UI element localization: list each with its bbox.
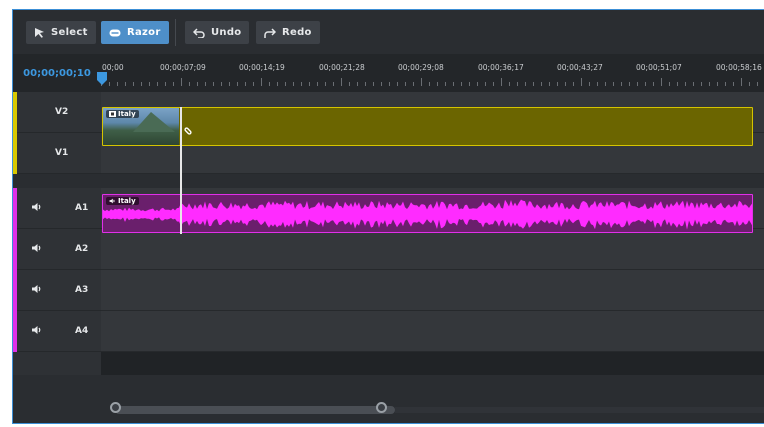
link-icon [184,127,192,135]
razor-tool-label: Razor [127,27,161,38]
track-header-a2[interactable]: A2 [13,229,101,270]
horizontal-scrollbar[interactable] [115,406,395,414]
scroll-end-handle[interactable] [376,402,387,413]
undo-button[interactable]: Undo [185,21,250,44]
track-lane-a4[interactable] [101,311,764,352]
redo-button[interactable]: Redo [256,21,320,44]
video-clip[interactable]: Italy [102,107,753,146]
speaker-icon[interactable] [31,243,43,253]
timeline-editor: Select Razor Undo Redo 00;00;00;10 00;00… [12,9,764,424]
razor-icon [109,29,121,36]
track-name: A1 [75,203,89,213]
scroll-track-remainder [395,407,764,413]
film-icon [109,111,116,117]
cursor-arrow-icon [35,28,44,38]
track-lane-a2[interactable] [101,229,764,270]
ruler-tick-label: 00;00 [102,63,124,72]
speaker-icon[interactable] [31,284,43,294]
track-header-a3[interactable]: A3 [13,270,101,311]
audio-clip[interactable]: Italy [102,194,753,233]
time-ruler[interactable]: 00;00;00;10 00;00 00;00;07;09 00;00;14;1… [13,54,764,92]
header-filler [13,352,101,375]
toolbar: Select Razor Undo Redo [13,10,764,54]
redo-icon [264,27,276,38]
track-name: A4 [75,326,89,336]
undo-label: Undo [211,27,242,38]
track-name: V1 [55,148,69,158]
speaker-icon [109,198,115,204]
lane-filler [101,352,764,375]
audio-clip-label: Italy [106,197,139,205]
track-header-a4[interactable]: A4 [13,311,101,352]
redo-label: Redo [282,27,312,38]
track-header-v1[interactable]: V1 [13,133,101,174]
track-header-v2[interactable]: V2 [13,92,101,133]
track-header-a1[interactable]: A1 [13,188,101,229]
audio-clip-name: Italy [118,197,136,205]
toolbar-separator [175,19,176,46]
track-a4: A4 [13,311,764,352]
track-area: V2 V1 A1 A2 A3 A4 Italy Italy [13,92,764,375]
ruler-tick-label: 00;00;29;08 [398,63,444,72]
speaker-icon[interactable] [31,325,43,335]
speaker-icon[interactable] [31,202,43,212]
track-name: V2 [55,107,69,117]
razor-cut-line [180,107,182,234]
video-clip-name: Italy [118,110,136,118]
track-name: A3 [75,285,89,295]
scroll-start-handle[interactable] [110,402,121,413]
ruler-tick-label: 00;00;07;09 [160,63,206,72]
ruler-tick-marks [101,78,758,86]
track-lane-a3[interactable] [101,270,764,311]
undo-icon [193,27,205,38]
playhead-handle[interactable] [97,72,107,86]
current-timecode: 00;00;00;10 [23,67,91,79]
select-tool-label: Select [51,27,88,38]
audio-waveform [103,199,752,230]
ruler-tick-label: 00;00;14;19 [239,63,285,72]
track-a2: A2 [13,229,764,270]
ruler-tick-label: 00;00;36;17 [478,63,524,72]
ruler-tick-label: 00;00;58;16 [716,63,762,72]
video-clip-label: Italy [106,110,139,118]
track-name: A2 [75,244,89,254]
ruler-tick-label: 00;00;21;28 [319,63,365,72]
ruler-tick-label: 00;00;43;27 [557,63,603,72]
horizontal-scroll-area [13,395,764,423]
track-a3: A3 [13,270,764,311]
ruler-tick-label: 00;00;51;07 [636,63,682,72]
select-tool-button[interactable]: Select [26,21,96,44]
razor-tool-button[interactable]: Razor [101,21,169,44]
